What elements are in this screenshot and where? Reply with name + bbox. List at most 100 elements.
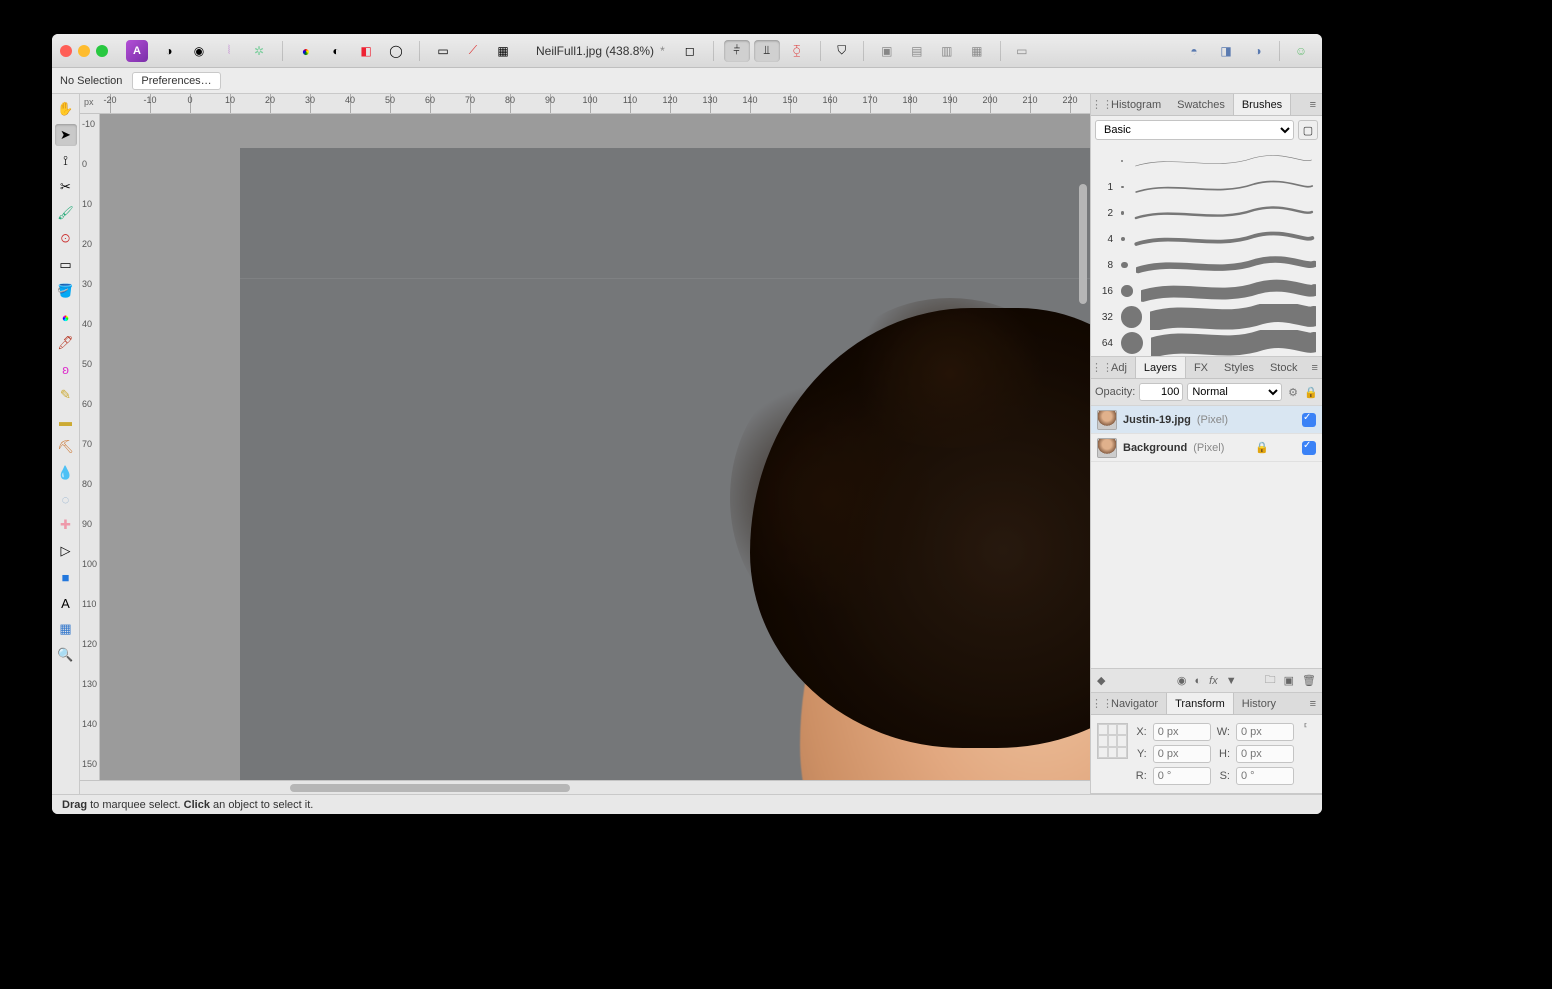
- tab-history[interactable]: History: [1234, 693, 1284, 714]
- marquee-tool-icon[interactable]: ▭: [55, 254, 77, 276]
- magnet-icon[interactable]: ⧲: [784, 40, 810, 62]
- selection-brush-tool-icon[interactable]: ꖴ: [55, 228, 77, 250]
- snap-center-icon[interactable]: ⫫: [754, 40, 780, 62]
- brush-preset[interactable]: 8: [1097, 252, 1316, 278]
- group-icon[interactable]: 🗀: [1265, 671, 1276, 690]
- panel-menu-icon[interactable]: ≡: [1305, 362, 1322, 374]
- preferences-button[interactable]: Preferences…: [132, 72, 220, 90]
- adj-layer-icon[interactable]: ◉: [1177, 674, 1187, 687]
- deselect-icon[interactable]: ⟋: [460, 40, 486, 62]
- lock-icon[interactable]: 🔒: [1304, 386, 1318, 399]
- panel-menu-icon[interactable]: ≡: [1304, 698, 1322, 710]
- account-icon[interactable]: ☺: [1288, 40, 1314, 62]
- tab-brushes[interactable]: Brushes: [1233, 94, 1291, 115]
- clone-tool-icon[interactable]: ⛏: [55, 436, 77, 458]
- brush-tool-icon[interactable]: 🖊: [55, 332, 77, 354]
- snap-left-icon[interactable]: ⫩: [724, 40, 750, 62]
- smudge-tool-icon[interactable]: ʚ: [55, 358, 77, 380]
- brush-preset[interactable]: [1097, 148, 1316, 174]
- tab-histogram[interactable]: Histogram: [1103, 94, 1169, 115]
- sponge-tool-icon[interactable]: ▬: [55, 410, 77, 432]
- panel-grip-icon[interactable]: ⋮⋮: [1091, 697, 1103, 710]
- brush-new-icon[interactable]: ▢: [1298, 120, 1318, 140]
- layer-row[interactable]: Justin-19.jpg (Pixel): [1091, 406, 1322, 434]
- panel-grip-icon[interactable]: ⋮⋮: [1091, 98, 1103, 111]
- mask-icon[interactable]: ▼: [1226, 675, 1237, 687]
- view-tool-icon[interactable]: ⟟: [55, 150, 77, 172]
- s-input[interactable]: [1236, 767, 1294, 785]
- vertical-scrollbar[interactable]: [1076, 184, 1090, 384]
- heal-tool-icon[interactable]: ✚: [55, 514, 77, 536]
- blur-tool-icon[interactable]: ◌: [55, 488, 77, 510]
- mesh-tool-icon[interactable]: ▦: [55, 618, 77, 640]
- y-input[interactable]: [1153, 745, 1211, 763]
- tab-swatches[interactable]: Swatches: [1169, 94, 1233, 115]
- h-input[interactable]: [1236, 745, 1294, 763]
- anchor-selector[interactable]: [1097, 723, 1128, 759]
- text-tool-icon[interactable]: A: [55, 592, 77, 614]
- layer-list[interactable]: Justin-19.jpg (Pixel)Background (Pixel)🔒: [1091, 406, 1322, 668]
- layer-mask-icon[interactable]: ◆: [1097, 674, 1105, 687]
- develop-persona-icon[interactable]: ⦚: [216, 40, 242, 62]
- tab-layers[interactable]: Layers: [1135, 357, 1186, 378]
- brush-preset[interactable]: 1: [1097, 174, 1316, 200]
- tab-transform[interactable]: Transform: [1166, 693, 1234, 714]
- inpaint-tool-icon[interactable]: ✎: [55, 384, 77, 406]
- gear-icon[interactable]: ⚙: [1286, 386, 1300, 399]
- hand-tool-icon[interactable]: ✋: [55, 98, 77, 120]
- contrast-icon[interactable]: ◐: [323, 40, 349, 62]
- flood-tool-icon[interactable]: 🪣: [55, 280, 77, 302]
- photo-persona-icon[interactable]: ◑: [156, 40, 182, 62]
- minimize-window-icon[interactable]: [78, 45, 90, 57]
- shape1-icon[interactable]: ◓: [1181, 40, 1207, 62]
- gradient-tool-icon[interactable]: ●: [55, 306, 77, 328]
- brush-preset[interactable]: 32: [1097, 304, 1316, 330]
- brush-category-select[interactable]: Basic: [1095, 120, 1294, 140]
- tab-styles[interactable]: Styles: [1216, 357, 1262, 378]
- w-input[interactable]: [1236, 723, 1294, 741]
- quickmask-icon[interactable]: ◻: [677, 40, 703, 62]
- brush-list[interactable]: 1248163264: [1091, 144, 1322, 356]
- brush-preset[interactable]: 4: [1097, 226, 1316, 252]
- pen-tool-icon[interactable]: ▷: [55, 540, 77, 562]
- brush-preset[interactable]: 64: [1097, 330, 1316, 356]
- marquee-icon[interactable]: ▭: [430, 40, 456, 62]
- panel-menu-icon[interactable]: ≡: [1304, 99, 1322, 111]
- color-wheel-icon[interactable]: ◧: [353, 40, 379, 62]
- assistant-icon[interactable]: ⛉: [829, 40, 855, 62]
- brush-preset[interactable]: 16: [1097, 278, 1316, 304]
- refine-icon[interactable]: ▦: [490, 40, 516, 62]
- canvas[interactable]: [100, 114, 1090, 780]
- maximize-window-icon[interactable]: [96, 45, 108, 57]
- rgb-icon[interactable]: ●: [293, 40, 319, 62]
- arrange3-icon[interactable]: ▥: [934, 40, 960, 62]
- x-input[interactable]: [1153, 723, 1211, 741]
- close-window-icon[interactable]: [60, 45, 72, 57]
- layer-row[interactable]: Background (Pixel)🔒: [1091, 434, 1322, 462]
- add-layer-icon[interactable]: ▣: [1284, 674, 1294, 687]
- zoom-tool-icon[interactable]: 🔍: [55, 644, 77, 666]
- split-icon[interactable]: ◯: [383, 40, 409, 62]
- tab-navigator[interactable]: Navigator: [1103, 693, 1166, 714]
- move-tool-icon[interactable]: ➤: [55, 124, 77, 146]
- paint-tool-icon[interactable]: 🖌: [55, 202, 77, 224]
- arrange4-icon[interactable]: ▦: [964, 40, 990, 62]
- arrange2-icon[interactable]: ▤: [904, 40, 930, 62]
- horizontal-scrollbar[interactable]: [80, 780, 1090, 794]
- dodge-tool-icon[interactable]: 💧: [55, 462, 77, 484]
- fx-layer-icon[interactable]: ◐: [1195, 675, 1202, 687]
- trash-icon[interactable]: 🗑: [1302, 674, 1316, 687]
- brush-preset[interactable]: 2: [1097, 200, 1316, 226]
- fx-icon[interactable]: fx: [1209, 675, 1218, 687]
- rectangle-tool-icon[interactable]: ■: [55, 566, 77, 588]
- liquify-persona-icon[interactable]: ◉: [186, 40, 212, 62]
- shape3-icon[interactable]: ◑: [1245, 40, 1271, 62]
- arrange1-icon[interactable]: ▣: [874, 40, 900, 62]
- tab-stock[interactable]: Stock: [1262, 357, 1306, 378]
- crop-tool-icon[interactable]: ✂: [55, 176, 77, 198]
- r-input[interactable]: [1153, 767, 1211, 785]
- opacity-input[interactable]: [1139, 383, 1183, 401]
- blend-mode-select[interactable]: Normal: [1187, 383, 1282, 401]
- tab-adj[interactable]: Adj: [1103, 357, 1135, 378]
- tone-persona-icon[interactable]: ✲: [246, 40, 272, 62]
